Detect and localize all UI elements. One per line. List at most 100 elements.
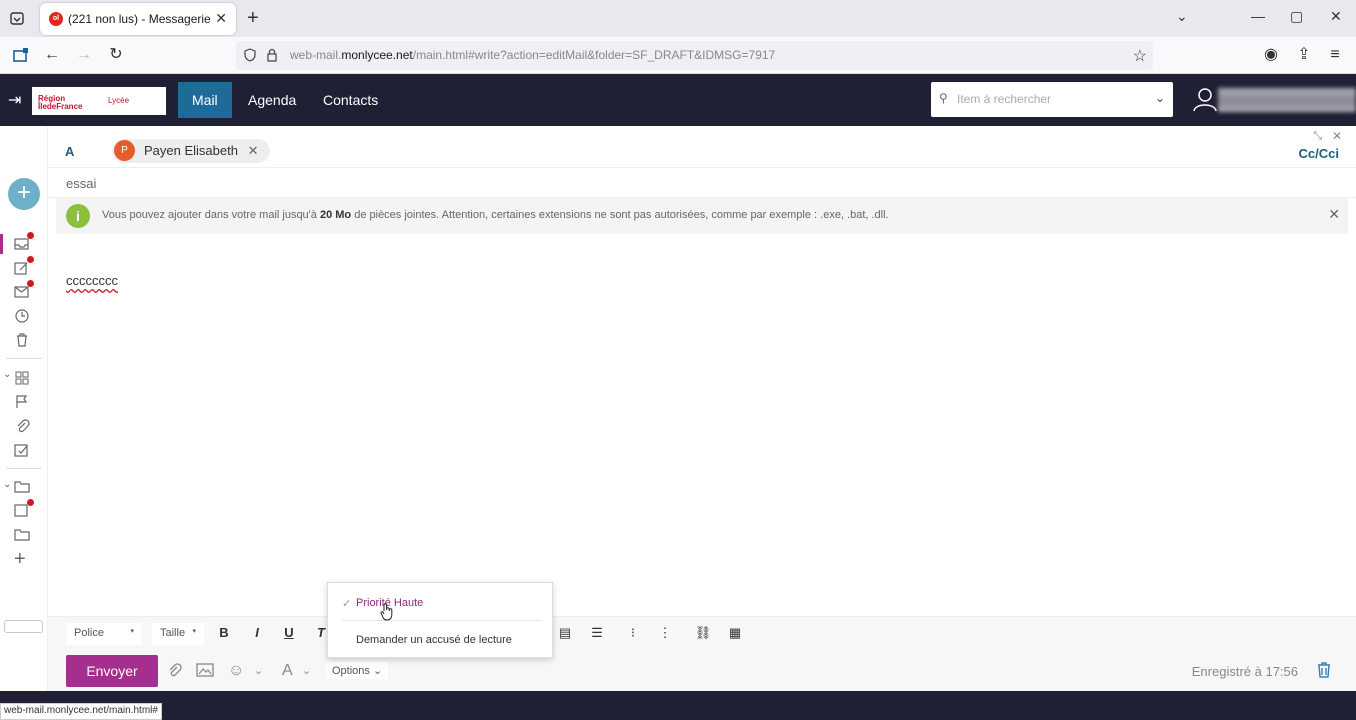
remove-recipient-icon[interactable]: ✕ (248, 143, 259, 158)
to-label: A (65, 144, 75, 159)
recipient-chip[interactable]: P Payen Elisabeth ✕ (112, 139, 271, 163)
new-mail-plus-icon[interactable]: + (8, 178, 40, 210)
checkmark-icon: ✓ (342, 598, 352, 610)
nav-tab-agenda[interactable]: Agenda (234, 82, 310, 118)
folder-icon[interactable] (14, 526, 32, 544)
lock-icon[interactable] (266, 48, 278, 62)
firefox-view-icon[interactable] (12, 46, 30, 64)
menu-item-read-receipt[interactable]: Demander un accusé de lecture (328, 634, 554, 646)
cc-bcc-toggle[interactable]: Cc/Cci (1299, 146, 1339, 161)
user-name-redacted (1218, 88, 1356, 112)
justify-icon[interactable]: ☰ (588, 625, 606, 641)
underline-button[interactable]: U (280, 625, 298, 640)
size-select[interactable]: Taille ▾ (152, 623, 204, 645)
delete-draft-trash-icon[interactable] (1316, 661, 1332, 682)
paperclip-icon[interactable] (14, 418, 32, 436)
app-header: ⇥ Région ÎledeFrance Lycée Mail Agenda Co… (0, 74, 1356, 126)
account-icon[interactable]: ◉ (1262, 46, 1280, 64)
menu-divider (342, 620, 542, 621)
italic-button[interactable]: I (248, 625, 266, 640)
attach-paperclip-icon[interactable] (166, 662, 182, 683)
recipient-row[interactable]: A P Payen Elisabeth ✕ Cc/Cci (48, 136, 1356, 168)
shield-icon[interactable] (243, 48, 257, 62)
recipient-avatar: P (114, 140, 135, 161)
restore-icon[interactable]: ▢ (1290, 8, 1303, 25)
notification-dot (27, 499, 34, 506)
close-window-icon[interactable]: ✕ (1330, 8, 1342, 25)
menu-item-high-priority[interactable]: ✓ Priorité Haute (328, 597, 554, 610)
browser-tab-active[interactable]: ol (221 non lus) - Messagerie » M… ✕ (40, 3, 236, 35)
new-tab-icon[interactable]: + (247, 7, 259, 30)
link-icon[interactable]: ⛓ (694, 625, 712, 641)
notification-dot (27, 280, 34, 287)
user-avatar-icon[interactable] (1192, 86, 1218, 112)
add-folder-plus-icon[interactable]: + (14, 548, 26, 571)
rail-divider (6, 468, 42, 469)
tab-overflow-chevron-icon[interactable]: ⌄ (1176, 8, 1188, 25)
browser-toolbar: ← → ↻ web-mail.monlycee.net/main.html#wr… (0, 37, 1356, 74)
send-button[interactable]: Envoyer (66, 655, 158, 687)
nav-tab-contacts[interactable]: Contacts (309, 82, 392, 118)
extensions-icon[interactable]: ⇪ (1295, 46, 1313, 64)
minimize-icon[interactable]: — (1251, 8, 1265, 24)
nav-tab-mail[interactable]: Mail (178, 82, 232, 118)
browser-tabstrip: ol (221 non lus) - Messagerie » M… ✕ + ⌄… (0, 0, 1356, 37)
folder-icon[interactable] (14, 478, 32, 496)
info-text: Vous pouvez ajouter dans votre mail jusq… (102, 209, 889, 221)
flag-icon[interactable] (14, 394, 32, 412)
expand-sidebar-icon[interactable]: ⇥ (8, 90, 21, 110)
url-bar[interactable]: web-mail.monlycee.net/main.html#write?ac… (236, 41, 1153, 70)
search-placeholder: Item à rechercher (957, 92, 1052, 106)
numbered-list-icon[interactable]: ⋮ (656, 625, 674, 641)
notification-dot (27, 256, 34, 263)
search-input[interactable]: ⚲ Item à rechercher ⌄ (931, 82, 1173, 117)
bookmark-star-icon[interactable]: ☆ (1133, 46, 1147, 66)
hand-cursor-icon (380, 603, 393, 621)
options-dropdown: ✓ Priorité Haute Demander un accusé de l… (327, 582, 553, 658)
recipient-name: Payen Elisabeth (144, 143, 238, 158)
saved-status: Enregistré à 17:56 (1191, 664, 1298, 679)
message-body[interactable]: cccccccc (66, 273, 118, 288)
menu-hamburger-icon[interactable]: ≡ (1326, 46, 1344, 64)
compose-actions: Envoyer ☺ ⌄ A ⌄ Options ⌄ Enregistré à 1… (48, 650, 1356, 691)
collapse-chevron-icon[interactable]: ⌄ (3, 479, 11, 490)
emoji-icon[interactable]: ☺ (228, 662, 244, 680)
info-icon: i (66, 204, 90, 228)
forward-arrow-icon[interactable]: → (75, 46, 93, 64)
tab-close-icon[interactable]: ✕ (215, 10, 227, 27)
tab-list-icon[interactable] (8, 9, 26, 27)
active-folder-indicator (0, 234, 3, 254)
logo-lycee-text: Lycée (108, 96, 130, 105)
rail-divider (6, 358, 42, 359)
close-banner-icon[interactable]: ✕ (1328, 206, 1340, 223)
bullet-list-icon[interactable]: ⁝ (624, 625, 642, 641)
trash-icon[interactable] (14, 332, 32, 350)
bold-button[interactable]: B (215, 625, 233, 640)
region-logo: Région ÎledeFrance Lycée (32, 87, 166, 115)
grid-apps-icon[interactable] (14, 370, 32, 388)
attachment-info-banner: i Vous pouvez ajouter dans votre mail ju… (56, 198, 1348, 234)
text-color-chevron-icon[interactable]: ⌄ (302, 664, 311, 677)
collapse-chevron-icon[interactable]: ⌄ (3, 369, 11, 380)
chevron-down-icon[interactable]: ⌄ (1155, 91, 1165, 105)
search-icon: ⚲ (939, 91, 948, 105)
options-button[interactable]: Options ⌄ (326, 662, 389, 679)
subject-field[interactable]: essai (48, 170, 1356, 198)
table-icon[interactable]: ▦ (726, 625, 744, 641)
logo-region-text: Région ÎledeFrance (38, 94, 83, 111)
compose-panel: ⤡ ✕ A P Payen Elisabeth ✕ Cc/Cci essai i… (48, 126, 1356, 691)
insert-image-icon[interactable] (196, 662, 214, 683)
status-bar: web-mail.monlycee.net/main.html# (0, 691, 1356, 720)
subject-text: essai (66, 176, 97, 191)
align-right-icon[interactable]: ▤ (556, 625, 574, 641)
clock-icon[interactable] (14, 308, 32, 326)
back-arrow-icon[interactable]: ← (43, 46, 61, 64)
text-color-icon[interactable]: A (282, 662, 293, 680)
checked-mail-icon[interactable] (14, 442, 32, 460)
reload-icon[interactable]: ↻ (107, 46, 125, 64)
status-url: web-mail.monlycee.net/main.html# (0, 703, 162, 720)
emoji-chevron-icon[interactable]: ⌄ (254, 664, 263, 677)
notification-dot (27, 232, 34, 239)
storage-quota-bar (4, 620, 43, 633)
font-select[interactable]: Police ▾ (66, 623, 142, 645)
